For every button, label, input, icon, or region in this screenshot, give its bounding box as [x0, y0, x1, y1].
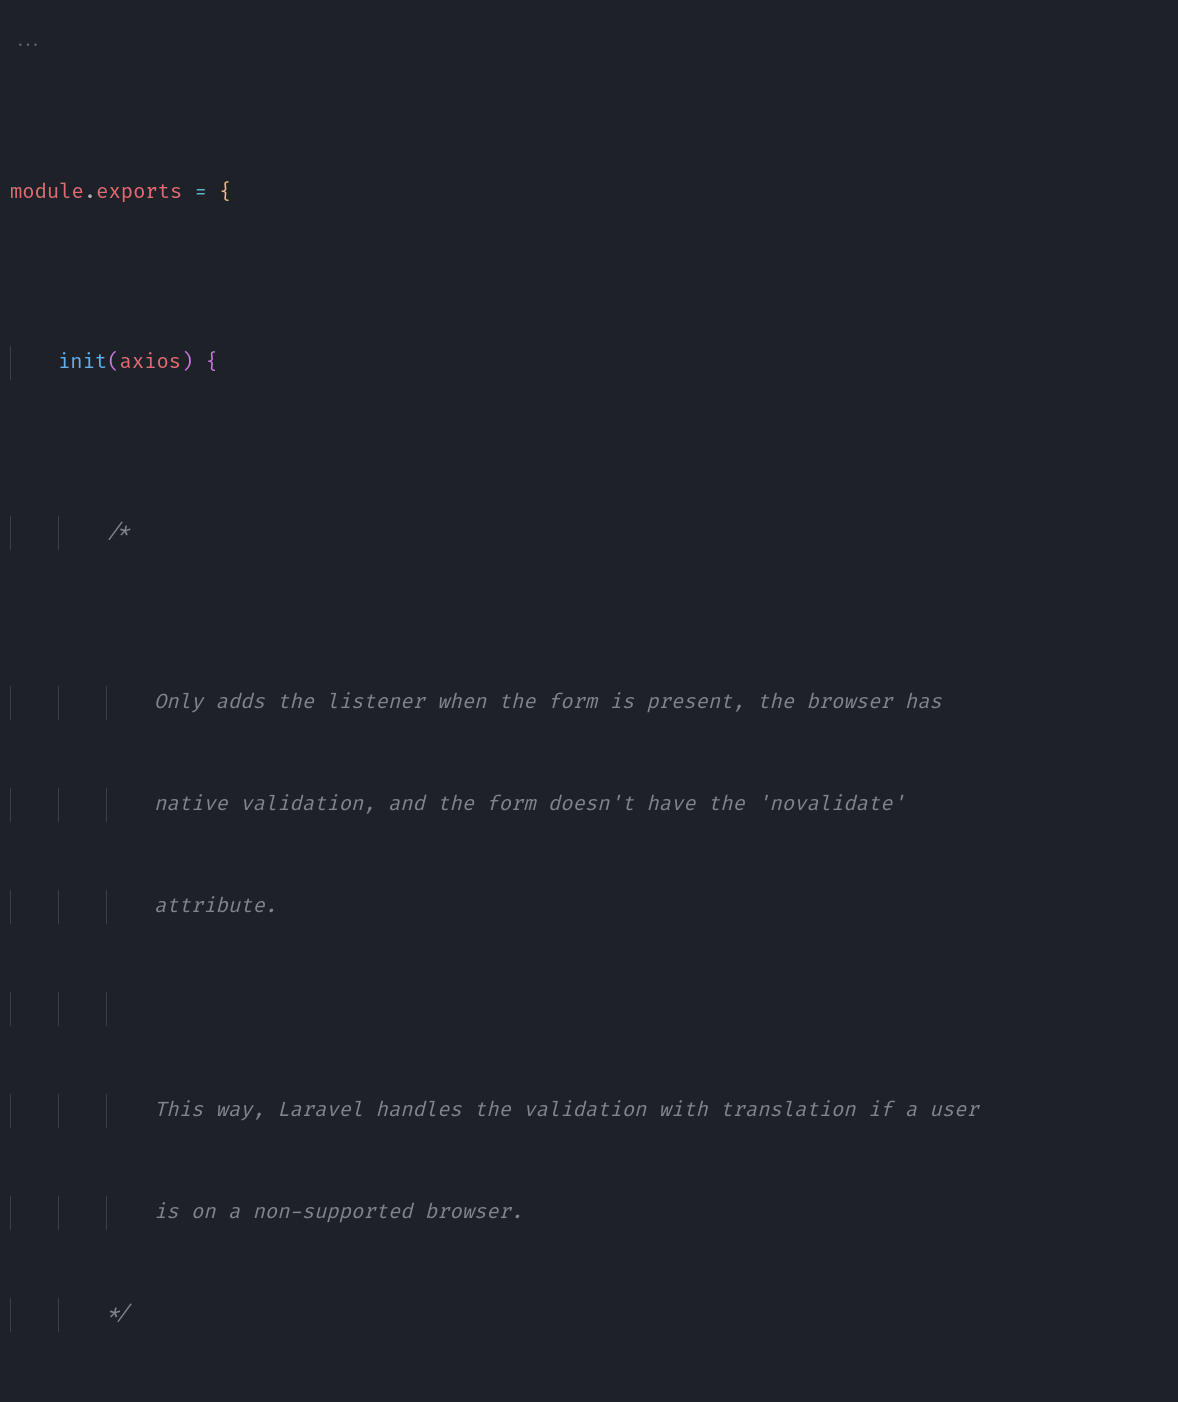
comment-text: is on a non-supported browser. — [154, 1201, 523, 1225]
code-line[interactable]: module.exports = { — [0, 176, 1178, 210]
code-line[interactable]: /* — [0, 516, 1178, 550]
comment-text: This way, Laravel handles the validation… — [154, 1099, 979, 1123]
token-exports: exports — [96, 181, 182, 205]
comment-text: attribute. — [154, 895, 277, 919]
comment-text: native validation, and the form doesn't … — [154, 793, 905, 817]
code-line[interactable]: attribute. — [0, 890, 1178, 924]
code-line[interactable]: Only adds the listener when the form is … — [0, 686, 1178, 720]
code-editor[interactable]: ··· module.exports = { init(axios) { /* … — [0, 0, 1178, 1402]
code-line[interactable]: init(axios) { — [0, 346, 1178, 380]
code-line[interactable]: */ — [0, 1298, 1178, 1332]
code-line[interactable]: native validation, and the form doesn't … — [0, 788, 1178, 822]
comment-open: /* — [106, 521, 131, 545]
code-line[interactable]: This way, Laravel handles the validation… — [0, 1094, 1178, 1128]
comment-text: Only adds the listener when the form is … — [154, 691, 942, 715]
fold-indicator[interactable]: ··· — [16, 30, 39, 64]
code-line[interactable] — [0, 992, 1178, 1026]
comment-close: */ — [106, 1303, 131, 1327]
token-init: init — [58, 351, 107, 375]
code-line[interactable]: is on a non-supported browser. — [0, 1196, 1178, 1230]
